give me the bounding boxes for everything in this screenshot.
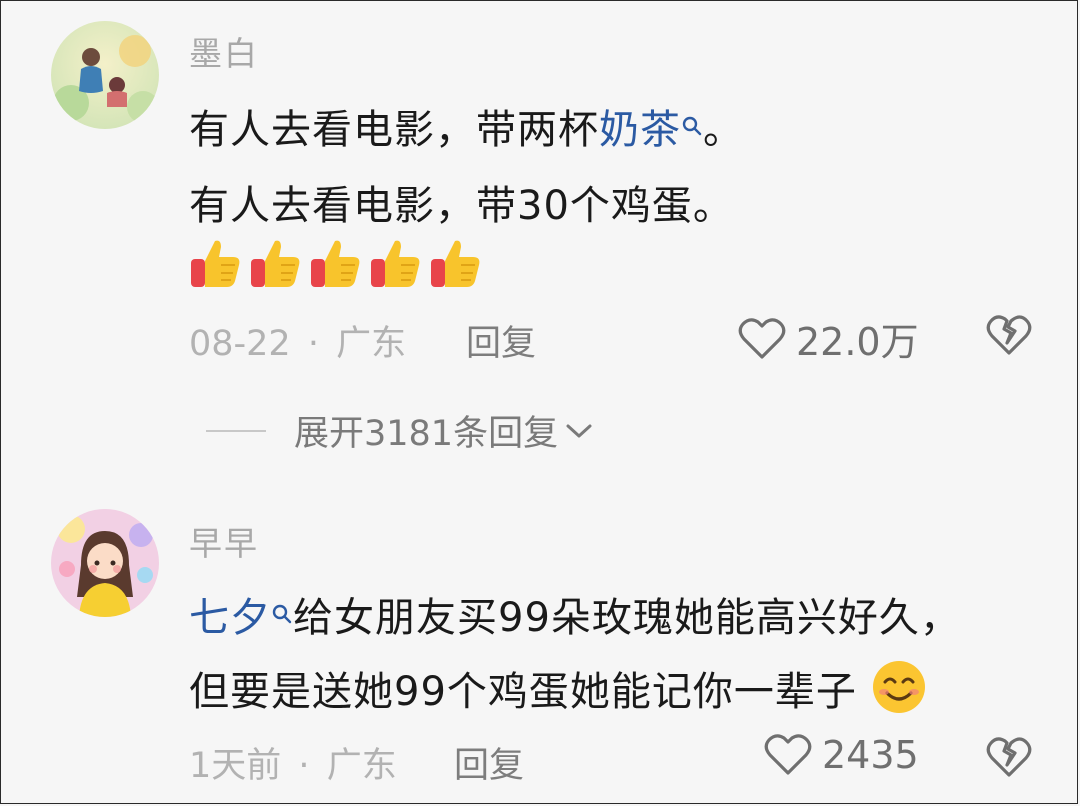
- reply-button[interactable]: 回复: [454, 737, 524, 788]
- topic-link[interactable]: 奶茶: [599, 107, 681, 153]
- avatar[interactable]: [51, 509, 159, 617]
- dislike-button[interactable]: [986, 735, 1032, 783]
- comment-text-line: 七夕 给女朋友买99朵玫瑰她能高兴好久，: [189, 585, 961, 643]
- username[interactable]: 早早: [189, 517, 259, 565]
- reply-button[interactable]: 回复: [466, 315, 536, 366]
- broken-heart-icon: [986, 315, 1032, 355]
- comment-location: 广东: [326, 746, 397, 786]
- thumbs-up-icon: [371, 240, 420, 287]
- thumbs-up-icon: [251, 240, 300, 287]
- heart-icon: [764, 734, 812, 775]
- avatar[interactable]: [51, 21, 159, 129]
- search-icon[interactable]: [681, 103, 703, 136]
- comment-meta: 08-22 · 广东: [189, 315, 406, 366]
- dislike-button[interactable]: [986, 313, 1032, 361]
- meta-separator: ·: [298, 746, 310, 786]
- comment-text: 给女朋友买99朵玫瑰她能高兴好久，: [293, 595, 961, 641]
- comment-meta: 1天前 · 广东: [189, 737, 397, 788]
- meta-separator: ·: [307, 324, 319, 364]
- comment-text: 。: [703, 107, 744, 153]
- username[interactable]: 墨白: [189, 27, 259, 75]
- thumbs-up-icon: [431, 240, 480, 287]
- thumbs-up-icon: [311, 240, 360, 287]
- comment-list: 墨白 有人去看电影，带两杯奶茶。 有人去看电影，带30个鸡蛋。 08-22 · …: [0, 0, 1078, 804]
- comment-text-line: 有人去看电影，带30个鸡蛋。: [189, 183, 734, 229]
- search-icon[interactable]: [271, 591, 293, 624]
- chevron-down-icon: [566, 424, 592, 437]
- comment-text-line: 有人去看电影，带两杯奶茶。: [189, 97, 744, 155]
- like-button[interactable]: 2435: [764, 733, 919, 777]
- heart-icon: [738, 317, 786, 359]
- topic-link[interactable]: 七夕: [189, 595, 271, 641]
- comment-date: 1天前: [189, 746, 282, 786]
- divider: [206, 429, 266, 432]
- broken-heart-icon: [986, 737, 1032, 777]
- comment-text: 但要是送她99个鸡蛋她能记你一辈子: [189, 669, 857, 715]
- thumbs-up-icon: [191, 240, 240, 287]
- like-count: 2435: [822, 733, 919, 777]
- comment-text: 有人去看电影，带两杯: [189, 107, 599, 153]
- comment-text-line: 但要是送她99个鸡蛋她能记你一辈子: [189, 659, 927, 717]
- comment-location: 广东: [336, 324, 407, 364]
- like-count: 22.0万: [796, 320, 919, 364]
- emoji-row: [187, 235, 483, 291]
- comment-date: 08-22: [189, 324, 291, 364]
- like-button[interactable]: 22.0万: [738, 311, 919, 366]
- smiling-face-icon: [872, 661, 925, 713]
- expand-replies-label: 展开3181条回复: [294, 414, 559, 454]
- expand-replies-button[interactable]: 展开3181条回复: [206, 405, 594, 456]
